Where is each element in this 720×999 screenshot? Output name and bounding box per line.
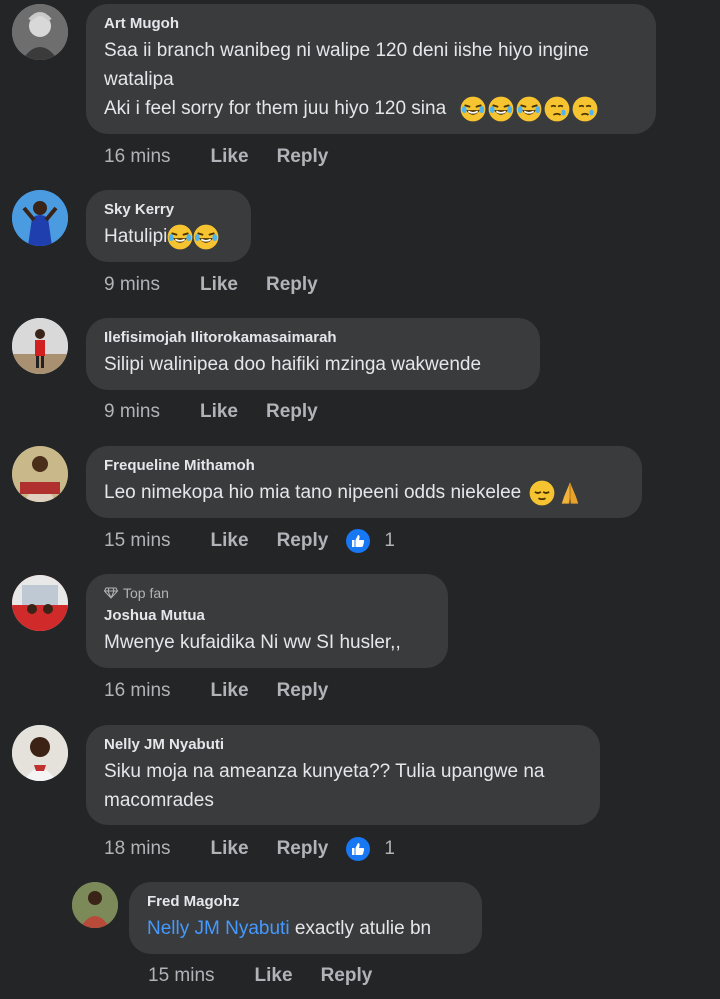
timestamp[interactable]: 9 mins — [104, 274, 160, 296]
comment-actions: 9 mins Like Reply — [104, 274, 318, 296]
praying-hands-icon — [561, 481, 580, 504]
comment-actions: 15 mins Like Reply — [148, 965, 372, 987]
comment-actions: 18 mins Like Reply 1 — [104, 837, 395, 861]
mention-link[interactable]: Nelly JM Nyabuti — [147, 918, 290, 939]
avatar[interactable] — [12, 446, 68, 502]
reaction-summary[interactable]: 1 — [346, 837, 395, 861]
like-button[interactable]: Like — [255, 965, 293, 987]
comment-text: Silipi walinipea doo haifiki mzinga wakw… — [104, 354, 482, 375]
comment-text-segment: Hatulipi — [104, 226, 168, 247]
comment-text-line: Siku moja na ameanza kunyeta?? Tulia upa… — [104, 761, 545, 782]
reply-button[interactable]: Reply — [277, 146, 329, 168]
comment-actions: 16 mins Like Reply — [104, 680, 328, 702]
comment-bubble: Art Mugoh Saa ii branch wanibeg ni walip… — [86, 4, 656, 134]
avatar[interactable] — [12, 190, 68, 246]
reaction-count: 1 — [384, 838, 395, 859]
commenter-name[interactable]: Joshua Mutua — [104, 606, 430, 625]
comment-text-segment: exactly atulie bn — [289, 918, 432, 939]
comment-text: Hatulipi — [104, 222, 233, 251]
top-fan-label: Top fan — [123, 585, 169, 601]
like-button[interactable]: Like — [211, 146, 249, 168]
comment-text-line: watalipa — [104, 69, 174, 90]
comment-text-segment: Aki i feel sorry for them juu hiyo 120 s… — [104, 98, 447, 119]
timestamp[interactable]: 15 mins — [104, 530, 171, 552]
comment-text-segment: Leo nimekopa hio mia tano nipeeni odds n… — [104, 482, 522, 503]
comment-actions: 9 mins Like Reply — [104, 401, 318, 423]
timestamp[interactable]: 15 mins — [148, 965, 215, 987]
avatar[interactable] — [12, 4, 68, 60]
comment-text-line: Saa ii branch wanibeg ni walipe 120 deni… — [104, 40, 589, 61]
like-button[interactable]: Like — [200, 274, 238, 296]
commenter-name[interactable]: Frequeline Mithamoh — [104, 456, 624, 475]
emoji-group — [460, 95, 599, 122]
comment-text: Nelly JM Nyabuti exactly atulie bn — [147, 914, 464, 943]
timestamp[interactable]: 9 mins — [104, 401, 160, 423]
timestamp[interactable]: 16 mins — [104, 680, 171, 702]
top-fan-badge: Top fan — [104, 584, 430, 602]
like-button[interactable]: Like — [200, 401, 238, 423]
reply-button[interactable]: Reply — [266, 401, 318, 423]
comment-actions: 16 mins Like Reply — [104, 146, 328, 168]
comment-text-line: macomrades — [104, 790, 214, 811]
diamond-icon — [104, 587, 118, 599]
comment-bubble: Top fan Joshua Mutua Mwenye kufaidika Ni… — [86, 574, 448, 668]
commenter-name[interactable]: Ilefisimojah Ilitorokamasaimarah — [104, 328, 522, 347]
comment-text-line: Aki i feel sorry for them juu hiyo 120 s… — [104, 94, 638, 123]
emoji-group — [529, 479, 583, 506]
comment-text: Siku moja na ameanza kunyeta?? Tulia upa… — [104, 757, 582, 815]
commenter-name[interactable]: Art Mugoh — [104, 14, 638, 33]
thumbs-up-icon — [346, 529, 371, 553]
timestamp[interactable]: 18 mins — [104, 838, 171, 860]
reply-button[interactable]: Reply — [277, 838, 329, 860]
comment-bubble: Sky Kerry Hatulipi — [86, 190, 251, 262]
comment-bubble: Nelly JM Nyabuti Siku moja na ameanza ku… — [86, 725, 600, 825]
relieved-emoji-icon — [529, 479, 556, 506]
avatar[interactable] — [72, 882, 118, 928]
reply-button[interactable]: Reply — [277, 530, 329, 552]
reaction-count: 1 — [384, 530, 395, 551]
comment-text: Leo nimekopa hio mia tano nipeeni odds n… — [104, 478, 624, 507]
timestamp[interactable]: 16 mins — [104, 146, 171, 168]
thumbs-up-icon — [346, 837, 371, 861]
avatar[interactable] — [12, 725, 68, 781]
reaction-summary[interactable]: 1 — [346, 529, 395, 553]
like-button[interactable]: Like — [211, 680, 249, 702]
avatar[interactable] — [12, 575, 68, 631]
commenter-name[interactable]: Nelly JM Nyabuti — [104, 735, 582, 754]
comment-text: Mwenye kufaidika Ni ww SI husler,, — [104, 632, 401, 653]
commenter-name[interactable]: Fred Magohz — [147, 892, 464, 911]
laughing-emoji-icon — [460, 95, 487, 122]
comment-bubble: Frequeline Mithamoh Leo nimekopa hio mia… — [86, 446, 642, 518]
like-button[interactable]: Like — [211, 530, 249, 552]
laughing-emoji-icon — [516, 95, 543, 122]
commenter-name[interactable]: Sky Kerry — [104, 200, 233, 219]
laughing-emoji-icon — [488, 95, 515, 122]
reply-button[interactable]: Reply — [277, 680, 329, 702]
laughing-emoji-icon — [193, 223, 220, 250]
reply-button[interactable]: Reply — [266, 274, 318, 296]
laughing-emoji-icon — [167, 223, 194, 250]
avatar[interactable] — [12, 318, 68, 374]
sad-emoji-icon — [572, 95, 599, 122]
comment-bubble: Ilefisimojah Ilitorokamasaimarah Silipi … — [86, 318, 540, 390]
comment-bubble: Fred Magohz Nelly JM Nyabuti exactly atu… — [129, 882, 482, 954]
comment-text: Saa ii branch wanibeg ni walipe 120 deni… — [104, 36, 638, 123]
sad-emoji-icon — [544, 95, 571, 122]
like-button[interactable]: Like — [211, 838, 249, 860]
comment-actions: 15 mins Like Reply 1 — [104, 529, 395, 553]
reply-button[interactable]: Reply — [321, 965, 373, 987]
